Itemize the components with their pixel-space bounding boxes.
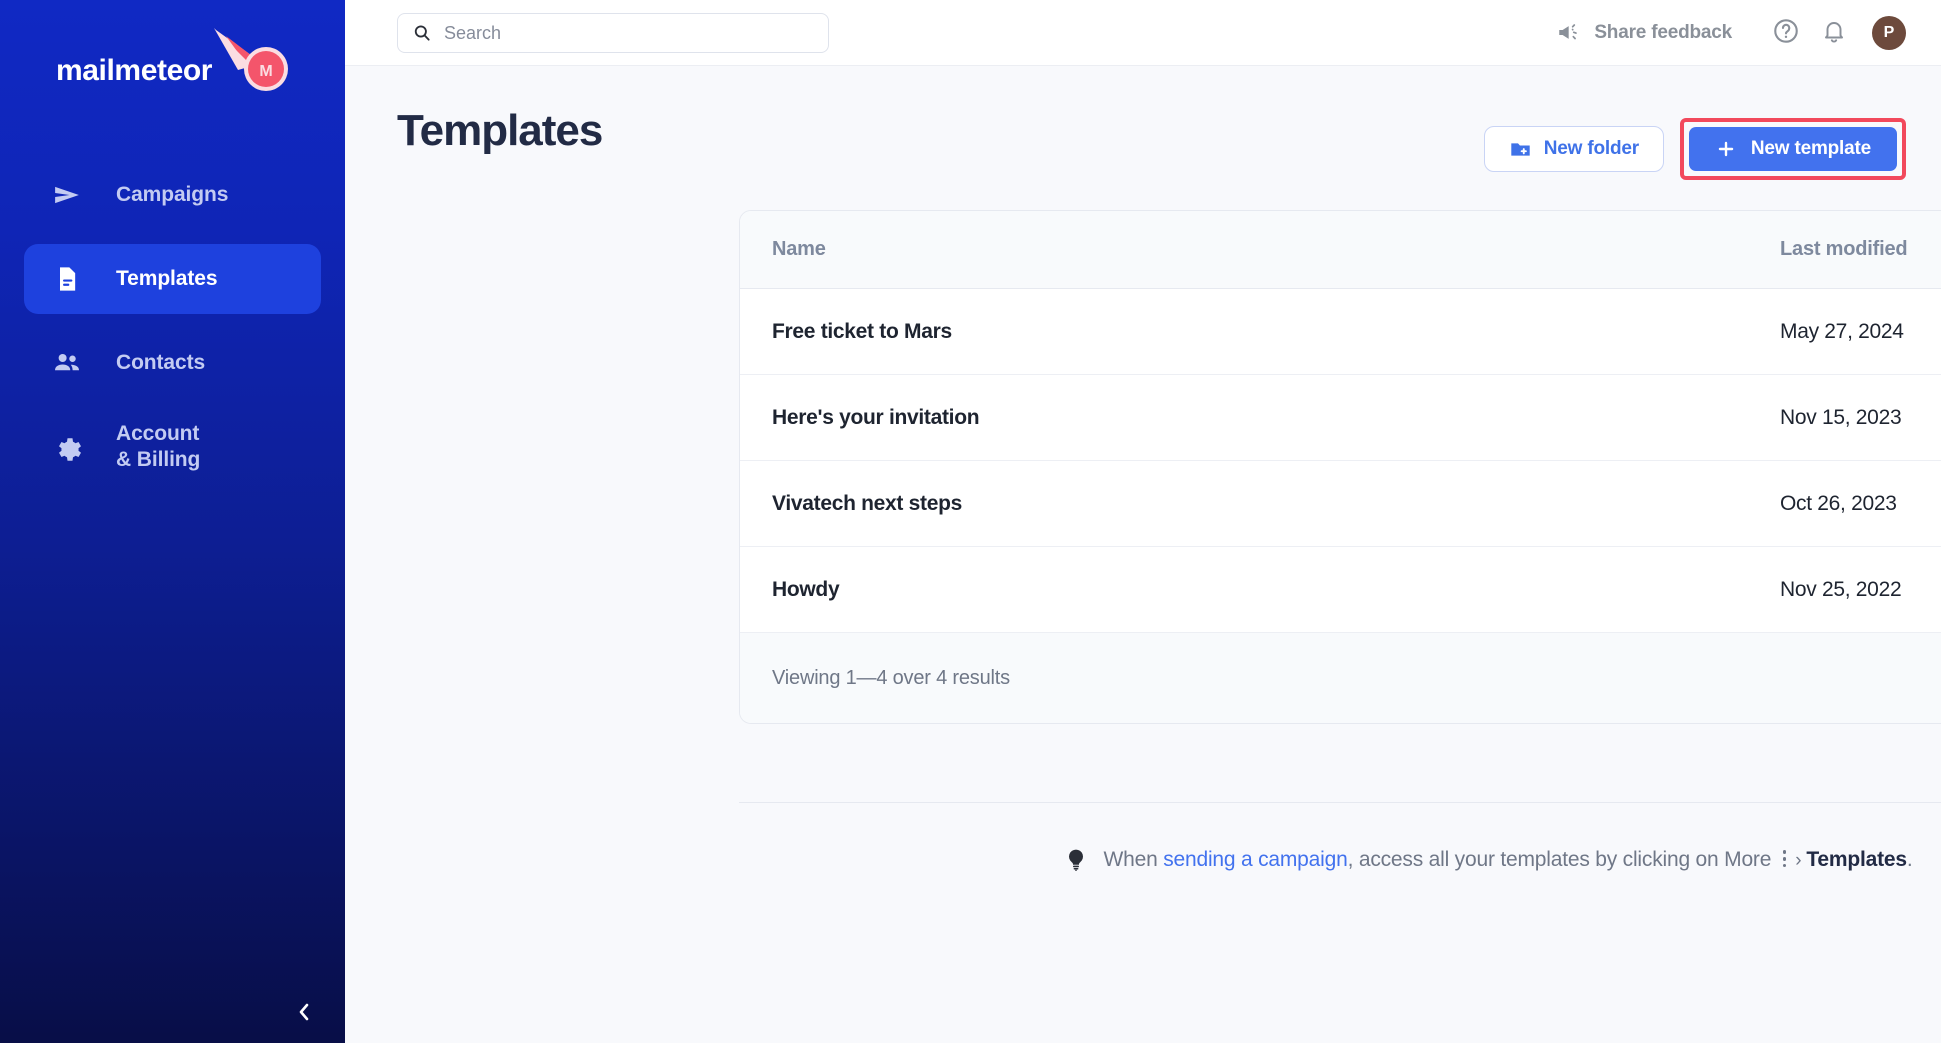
paper-plane-icon xyxy=(50,178,84,212)
sending-a-campaign-link[interactable]: sending a campaign xyxy=(1163,848,1348,871)
megaphone-icon xyxy=(1556,20,1582,46)
brand-name: mailmeteor xyxy=(56,54,213,87)
templates-card: Name Last modified Free ticket to Mars M… xyxy=(739,210,1941,724)
template-last-modified: Oct 26, 2023 xyxy=(1780,491,1897,515)
meteor-icon: M xyxy=(208,26,298,98)
new-folder-button[interactable]: New folder xyxy=(1483,126,1664,172)
results-summary: Viewing 1—4 over 4 results xyxy=(772,666,1010,689)
chevron-right-icon: › xyxy=(1795,850,1802,871)
sidebar: mailmeteor M Campaigns Templates Contact… xyxy=(0,0,345,1043)
column-header-name: Name xyxy=(772,238,826,260)
sidebar-item-campaigns[interactable]: Campaigns xyxy=(24,160,321,230)
table-row[interactable]: Here's your invitation Nov 15, 2023 xyxy=(740,375,1941,461)
help-button[interactable] xyxy=(1766,13,1806,53)
tip-inner: When sending a campaign, access all your… xyxy=(1064,845,1913,875)
new-folder-label: New folder xyxy=(1543,138,1639,159)
page-actions: New folder New template xyxy=(1483,118,1906,180)
sidebar-item-label: Templates xyxy=(116,266,218,290)
search-box[interactable] xyxy=(397,13,829,53)
sidebar-item-label: Account & Billing xyxy=(116,421,200,474)
plus-icon xyxy=(1715,138,1737,160)
avatar[interactable]: P xyxy=(1872,16,1906,50)
sidebar-nav: Campaigns Templates Contacts Account & B… xyxy=(0,160,345,496)
share-feedback-button[interactable]: Share feedback xyxy=(1544,20,1732,46)
tip-bold: Templates xyxy=(1806,848,1907,871)
notifications-button[interactable] xyxy=(1814,13,1854,53)
question-circle-icon xyxy=(1772,17,1800,50)
template-last-modified: Nov 25, 2022 xyxy=(1780,577,1902,601)
topbar: Share feedback P xyxy=(345,0,1941,66)
tip-middle: , access all your templates by clicking … xyxy=(1347,848,1772,871)
kebab-menu-icon xyxy=(1777,850,1791,868)
sidebar-item-label: Campaigns xyxy=(116,182,229,206)
table-row[interactable]: Vivatech next steps Oct 26, 2023 xyxy=(740,461,1941,547)
share-feedback-label: Share feedback xyxy=(1594,22,1732,43)
new-template-button[interactable]: New template xyxy=(1688,127,1897,171)
table-row[interactable]: Free ticket to Mars May 27, 2024 xyxy=(740,289,1941,375)
sidebar-item-label-line1: Account xyxy=(116,421,200,445)
people-icon xyxy=(50,346,84,380)
tip-suffix: . xyxy=(1906,848,1913,871)
page-header: Templates New folder New template xyxy=(345,66,1941,180)
content-divider xyxy=(739,802,1941,803)
template-name: Here's your invitation xyxy=(772,405,980,429)
avatar-initial: P xyxy=(1883,24,1895,41)
lightbulb-icon xyxy=(1064,845,1090,875)
table-footer: Viewing 1—4 over 4 results Previous Next xyxy=(740,633,1941,723)
template-name: Howdy xyxy=(772,577,840,601)
page-title: Templates xyxy=(397,106,603,155)
table-header: Name Last modified xyxy=(740,211,1941,289)
template-last-modified: Nov 15, 2023 xyxy=(1780,405,1902,429)
brand-logo[interactable]: mailmeteor M xyxy=(56,26,296,98)
sidebar-item-account-billing[interactable]: Account & Billing xyxy=(24,412,321,482)
table-row[interactable]: Howdy Nov 25, 2022 xyxy=(740,547,1941,633)
column-header-last-modified: Last modified xyxy=(1780,238,1908,260)
folder-plus-icon xyxy=(1509,138,1532,161)
svg-text:M: M xyxy=(259,63,272,80)
template-name: Vivatech next steps xyxy=(772,491,963,515)
sidebar-item-templates[interactable]: Templates xyxy=(24,244,321,314)
app-root: mailmeteor M Campaigns Templates Contact… xyxy=(0,0,1941,1043)
tip-banner: When sending a campaign, access all your… xyxy=(345,845,1941,875)
sidebar-item-label-line2: & Billing xyxy=(116,448,201,471)
sidebar-item-contacts[interactable]: Contacts xyxy=(24,328,321,398)
template-last-modified: May 27, 2024 xyxy=(1780,319,1904,343)
new-template-label: New template xyxy=(1750,138,1871,159)
search-input[interactable] xyxy=(444,22,774,44)
new-template-highlight: New template xyxy=(1679,118,1906,180)
topbar-actions: Share feedback P xyxy=(1544,0,1906,66)
chevron-left-icon xyxy=(292,1000,316,1029)
sidebar-item-label: Contacts xyxy=(116,350,206,374)
main-content: Share feedback P Template xyxy=(345,0,1941,1043)
tip-prefix: When xyxy=(1103,848,1164,871)
gear-icon xyxy=(50,430,84,464)
tip-text: When sending a campaign, access all your… xyxy=(1104,848,1913,872)
sidebar-collapse-button[interactable] xyxy=(290,1000,318,1028)
document-icon xyxy=(50,262,84,296)
search-icon xyxy=(412,23,432,43)
template-name: Free ticket to Mars xyxy=(772,319,952,343)
bell-icon xyxy=(1821,18,1847,49)
